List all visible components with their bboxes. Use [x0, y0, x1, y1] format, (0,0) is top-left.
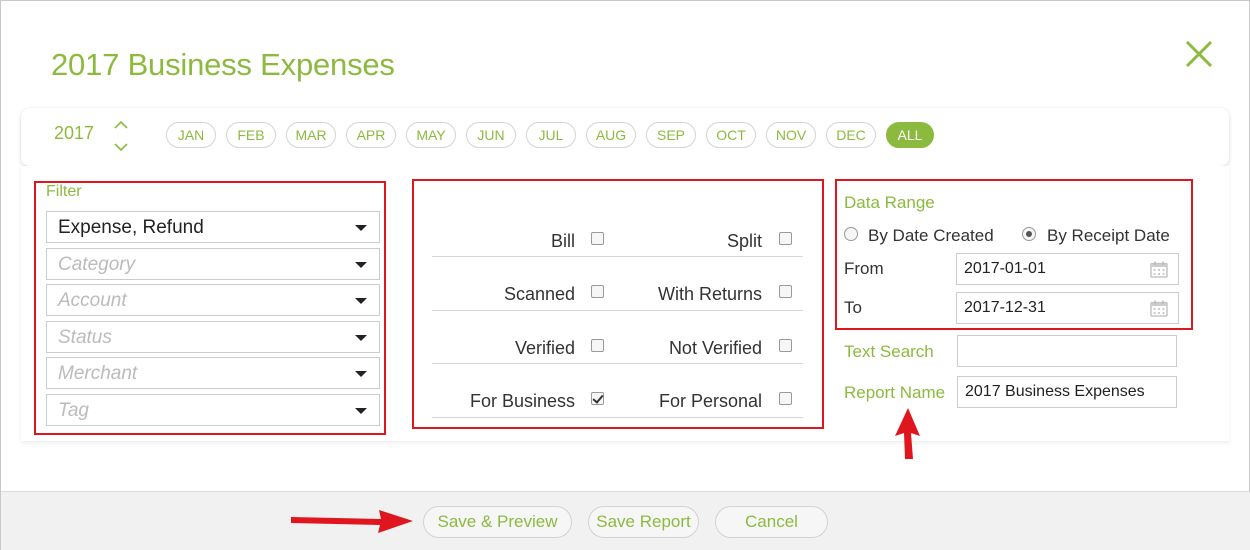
type-select-value: Expense, Refund: [58, 217, 204, 238]
divider: [432, 310, 803, 311]
month-tab-may[interactable]: MAY: [406, 122, 456, 148]
status-placeholder: Status: [58, 327, 112, 348]
not-verified-label: Not Verified: [668, 338, 762, 358]
arrow-annotation: [291, 510, 413, 533]
caret-down-icon: [355, 335, 367, 341]
month-tab-mar[interactable]: MAR: [286, 122, 336, 148]
with-returns-label: With Returns: [657, 284, 762, 304]
merchant-placeholder: Merchant: [58, 363, 138, 384]
account-placeholder: Account: [58, 290, 127, 311]
month-tab-aug[interactable]: AUG: [586, 122, 636, 148]
to-label: To: [844, 298, 862, 317]
chevron-down-icon: [114, 143, 128, 152]
date-range-label: Data Range: [844, 193, 935, 212]
category-select[interactable]: Category: [46, 248, 380, 280]
text-search-label: Text Search: [844, 342, 934, 361]
not-verified-checkbox[interactable]: [779, 339, 792, 352]
caret-down-icon: [355, 262, 367, 268]
bill-label: Bill: [550, 231, 575, 251]
cancel-button[interactable]: Cancel: [715, 506, 828, 538]
merchant-select[interactable]: Merchant: [46, 357, 380, 389]
calendar-icon[interactable]: [1150, 300, 1168, 317]
tag-placeholder: Tag: [58, 400, 89, 421]
for-personal-label: For Personal: [658, 391, 762, 411]
divider: [432, 256, 803, 257]
month-tab-jul[interactable]: JUL: [526, 122, 576, 148]
bill-checkbox[interactable]: [591, 232, 604, 245]
verified-checkbox[interactable]: [591, 339, 604, 352]
split-label: Split: [726, 231, 762, 251]
by-date-created-label: By Date Created: [868, 226, 994, 245]
month-tab-dec[interactable]: DEC: [826, 122, 876, 148]
scanned-label: Scanned: [503, 284, 575, 304]
save-preview-button[interactable]: Save & Preview: [423, 506, 572, 538]
caret-down-icon: [355, 371, 367, 377]
to-date-value: 2017-12-31: [964, 299, 1046, 316]
divider: [432, 417, 803, 418]
month-tab-jan[interactable]: JAN: [166, 122, 216, 148]
verified-label: Verified: [514, 338, 575, 358]
status-select[interactable]: Status: [46, 321, 380, 353]
by-date-created-radio[interactable]: [844, 227, 858, 241]
from-date-input[interactable]: 2017-01-01: [956, 253, 1179, 285]
close-icon[interactable]: [1179, 34, 1219, 74]
year-stepper[interactable]: [113, 120, 129, 152]
calendar-icon[interactable]: [1150, 261, 1168, 278]
divider: [432, 363, 803, 364]
for-business-checkbox[interactable]: [591, 392, 604, 405]
month-tab-feb[interactable]: FEB: [226, 122, 276, 148]
dialog-footer: Save & Preview Save Report Cancel: [1, 491, 1250, 550]
text-search-input[interactable]: [957, 335, 1177, 367]
filter-label: Filter: [46, 183, 82, 200]
account-select[interactable]: Account: [46, 284, 380, 316]
year-value: 2017: [54, 123, 95, 143]
category-placeholder: Category: [58, 254, 136, 275]
dialog-title: 2017 Business Expenses: [51, 47, 395, 82]
by-receipt-date-radio[interactable]: [1022, 227, 1036, 241]
month-tab-apr[interactable]: APR: [346, 122, 396, 148]
month-tab-nov[interactable]: NOV: [766, 122, 816, 148]
caret-down-icon: [355, 225, 367, 231]
month-tabs: JAN FEB MAR APR MAY JUN JUL AUG SEP OCT …: [166, 122, 944, 148]
from-date-value: 2017-01-01: [964, 260, 1046, 277]
save-report-button[interactable]: Save Report: [588, 506, 699, 538]
scanned-checkbox[interactable]: [591, 285, 604, 298]
arrow-annotation: [895, 408, 920, 459]
to-date-input[interactable]: 2017-12-31: [956, 292, 1179, 324]
by-receipt-date-label: By Receipt Date: [1047, 226, 1170, 245]
caret-down-icon: [355, 408, 367, 414]
period-selector: 2017 JAN FEB MAR APR MAY JUN JUL AUG SEP…: [21, 108, 1229, 166]
for-personal-checkbox[interactable]: [779, 392, 792, 405]
with-returns-checkbox[interactable]: [779, 285, 792, 298]
month-tab-jun[interactable]: JUN: [466, 122, 516, 148]
split-checkbox[interactable]: [779, 232, 792, 245]
tag-select[interactable]: Tag: [46, 394, 380, 426]
chevron-up-icon: [114, 120, 128, 129]
from-label: From: [844, 259, 884, 278]
caret-down-icon: [355, 298, 367, 304]
report-name-input[interactable]: 2017 Business Expenses: [957, 376, 1177, 408]
month-tab-oct[interactable]: OCT: [706, 122, 756, 148]
report-dialog: 2017 Business Expenses 2017 JAN FEB MAR …: [0, 0, 1250, 550]
month-tab-sep[interactable]: SEP: [646, 122, 696, 148]
type-select[interactable]: Expense, Refund: [46, 211, 380, 243]
report-name-label: Report Name: [844, 383, 946, 402]
for-business-label: For Business: [469, 391, 575, 411]
month-tab-all[interactable]: ALL: [886, 122, 934, 148]
